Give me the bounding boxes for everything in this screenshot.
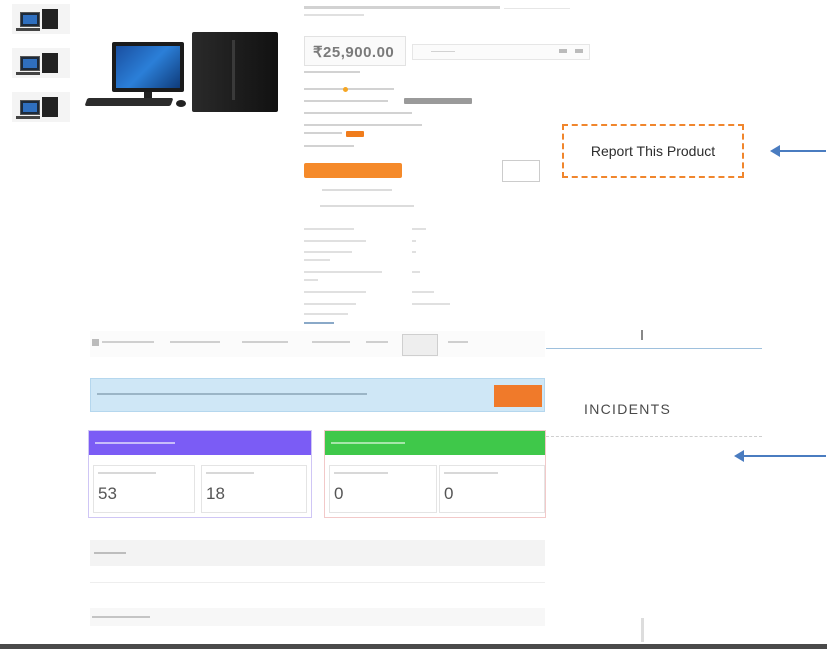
scrollbar[interactable] <box>641 618 644 642</box>
stat-value: 18 <box>206 484 225 503</box>
add-to-cart-button[interactable] <box>304 163 402 178</box>
keyboard-icon <box>16 72 40 75</box>
offer-badge <box>346 131 364 137</box>
tower-icon <box>42 97 58 117</box>
spec-label <box>304 240 366 242</box>
quantity-field[interactable] <box>412 44 590 60</box>
section-label <box>92 616 150 618</box>
incidents-label: INCIDENTS <box>584 401 672 417</box>
nav-item-active[interactable] <box>402 334 438 356</box>
keyboard-icon <box>16 28 40 31</box>
divider-dotted <box>546 436 762 437</box>
compare-button[interactable] <box>502 160 540 182</box>
stat-card-header <box>325 431 545 455</box>
tower-image <box>192 32 278 112</box>
monitor-image <box>112 42 184 92</box>
stat-card-header <box>89 431 311 455</box>
detail-line <box>304 88 394 90</box>
section-header <box>90 540 545 566</box>
spec-value <box>412 271 420 273</box>
option-link[interactable] <box>322 189 392 191</box>
price-box: ₹25,900.00 <box>304 36 406 66</box>
thumbnail-2[interactable] <box>12 48 70 78</box>
report-product-button[interactable]: Report This Product <box>562 124 744 178</box>
spec-value <box>412 228 426 230</box>
seller-badge <box>404 98 472 104</box>
keyboard-image <box>84 98 174 106</box>
product-title <box>304 6 500 9</box>
dashboard-nav <box>90 331 545 357</box>
divider <box>546 348 762 349</box>
product-price: ₹25,900.00 <box>313 44 395 61</box>
stat-card-left: 53 18 <box>88 430 312 518</box>
spec-value <box>412 303 450 305</box>
cell-label <box>98 472 156 474</box>
spec-label <box>304 291 366 293</box>
section-body <box>90 566 545 583</box>
spec-value <box>412 240 416 242</box>
star-icon <box>343 87 348 92</box>
stat-value: 0 <box>334 484 344 503</box>
bottom-edge <box>0 644 827 649</box>
scroll-marker <box>641 330 643 340</box>
spec-label <box>304 303 356 305</box>
more-specs-link[interactable] <box>304 322 334 324</box>
detail-line <box>304 112 412 114</box>
stat-value: 0 <box>444 484 454 503</box>
product-subtitle <box>304 14 364 16</box>
nav-item[interactable] <box>448 341 468 343</box>
option-link[interactable] <box>320 205 414 207</box>
thumbnail-3[interactable] <box>12 92 70 122</box>
stat-card-right: 0 0 <box>324 430 546 518</box>
monitor-icon <box>20 100 40 115</box>
banner-text <box>97 393 367 395</box>
detail-line <box>304 100 388 102</box>
spec-value <box>412 291 434 293</box>
section-label <box>94 552 126 554</box>
mouse-image <box>176 100 186 107</box>
nav-item[interactable] <box>170 341 220 343</box>
stat-cell: 53 <box>93 465 195 513</box>
nav-item[interactable] <box>366 341 388 343</box>
spec-label <box>304 279 318 281</box>
detail-line <box>304 145 354 147</box>
stat-value: 53 <box>98 484 117 503</box>
title-rule <box>504 8 570 9</box>
monitor-icon <box>20 12 40 27</box>
arrow-left-icon <box>734 450 826 462</box>
spec-label <box>304 259 330 261</box>
cell-label <box>444 472 498 474</box>
detail-line <box>304 132 342 134</box>
cell-label <box>334 472 388 474</box>
spec-label <box>304 251 352 253</box>
spec-value <box>412 251 416 253</box>
spec-label <box>304 313 348 315</box>
arrow-left-icon <box>770 145 826 157</box>
cell-label <box>206 472 254 474</box>
section-header <box>90 608 545 626</box>
monitor-icon <box>20 56 40 71</box>
tower-icon <box>42 9 58 29</box>
nav-item[interactable] <box>242 341 288 343</box>
detail-line <box>304 124 422 126</box>
thumbnail-1[interactable] <box>12 4 70 34</box>
spec-label <box>304 228 354 230</box>
nav-item[interactable] <box>102 341 154 343</box>
nav-item[interactable] <box>312 341 350 343</box>
report-product-label: Report This Product <box>590 143 716 159</box>
stat-cell: 0 <box>439 465 545 513</box>
detail-line <box>304 71 360 73</box>
stat-cell: 18 <box>201 465 307 513</box>
keyboard-icon <box>16 116 40 119</box>
info-banner <box>90 378 545 412</box>
spec-label <box>304 271 382 273</box>
home-icon[interactable] <box>92 339 99 346</box>
product-image <box>80 28 280 120</box>
tower-icon <box>42 53 58 73</box>
stat-cell: 0 <box>329 465 437 513</box>
banner-action-button[interactable] <box>494 385 542 407</box>
